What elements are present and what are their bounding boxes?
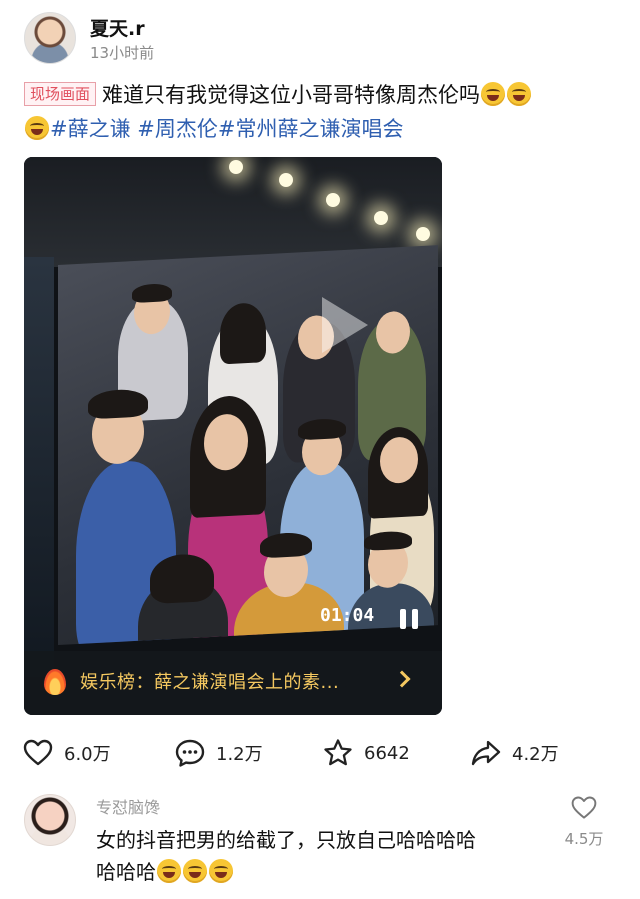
stage-light xyxy=(326,193,340,207)
comment-item: 专怼脑馋 女的抖音把男的给截了，只放自己哈哈哈哈 哈哈哈 4.5万 xyxy=(24,794,624,894)
post-header: 夏天.r 13小时前 xyxy=(24,12,624,64)
author-username[interactable]: 夏天.r xyxy=(90,14,145,41)
like-button[interactable]: 6.0万 xyxy=(22,736,111,770)
like-count: 6.0万 xyxy=(64,744,111,765)
heart-icon xyxy=(571,796,597,819)
video-player[interactable]: 01:04 娱乐榜：薛之谦演唱会上的素... xyxy=(24,157,442,715)
stage-tower xyxy=(24,257,54,677)
live-tag-badge[interactable]: 现场画面 xyxy=(24,82,97,106)
laughing-emoji-icon xyxy=(481,82,506,106)
stage-light xyxy=(229,160,243,174)
stage-light xyxy=(416,227,430,241)
favorite-button[interactable]: 6642 xyxy=(322,736,410,770)
post-timestamp: 13小时前 xyxy=(90,44,155,62)
comment-bubble-icon xyxy=(175,739,205,767)
chevron-right-icon xyxy=(393,670,411,688)
trending-banner[interactable]: 娱乐榜：薛之谦演唱会上的素... xyxy=(24,651,442,715)
laughing-emoji-icon xyxy=(507,82,532,106)
laughing-emoji-icon xyxy=(183,859,207,883)
crowd-screen-image xyxy=(58,245,438,645)
comment-text: 女的抖音把男的给截了，只放自己哈哈哈哈 哈哈哈 xyxy=(96,828,476,884)
comment-like-count: 4.5万 xyxy=(564,830,604,848)
play-icon[interactable] xyxy=(322,297,368,353)
share-button[interactable]: 4.2万 xyxy=(470,736,559,770)
pause-icon[interactable] xyxy=(400,609,418,629)
comment-like-button[interactable]: 4.5万 xyxy=(564,794,604,849)
stage-light xyxy=(279,173,293,187)
laughing-emoji-icon xyxy=(25,116,49,140)
comment-button[interactable]: 1.2万 xyxy=(174,736,263,770)
favorite-count: 6642 xyxy=(364,742,410,764)
stage-light xyxy=(374,211,388,225)
video-timestamp: 01:04 xyxy=(320,605,375,626)
banner-text: 娱乐榜：薛之谦演唱会上的素... xyxy=(80,672,340,693)
laughing-emoji-icon xyxy=(157,859,181,883)
share-count: 4.2万 xyxy=(512,744,559,765)
caption-text: 难道只有我觉得这位小哥哥特像周杰伦吗 xyxy=(102,83,481,107)
comment-count: 1.2万 xyxy=(216,744,263,765)
author-avatar[interactable] xyxy=(24,12,76,64)
laughing-emoji-icon xyxy=(209,859,233,883)
heart-icon xyxy=(23,739,53,766)
share-arrow-icon xyxy=(471,740,501,766)
hashtag-links[interactable]: #薛之谦 #周杰伦#常州薛之谦演唱会 xyxy=(50,117,403,141)
fire-icon xyxy=(44,669,66,695)
post-caption: 现场画面 难道只有我觉得这位小哥哥特像周杰伦吗 #薛之谦 #周杰伦#常州薛之谦演唱… xyxy=(24,78,624,146)
commenter-avatar[interactable] xyxy=(24,794,76,846)
action-bar: 6.0万 1.2万 6642 4.2万 xyxy=(22,736,622,770)
star-icon xyxy=(324,739,352,766)
commenter-username[interactable]: 专怼脑馋 xyxy=(96,794,160,818)
